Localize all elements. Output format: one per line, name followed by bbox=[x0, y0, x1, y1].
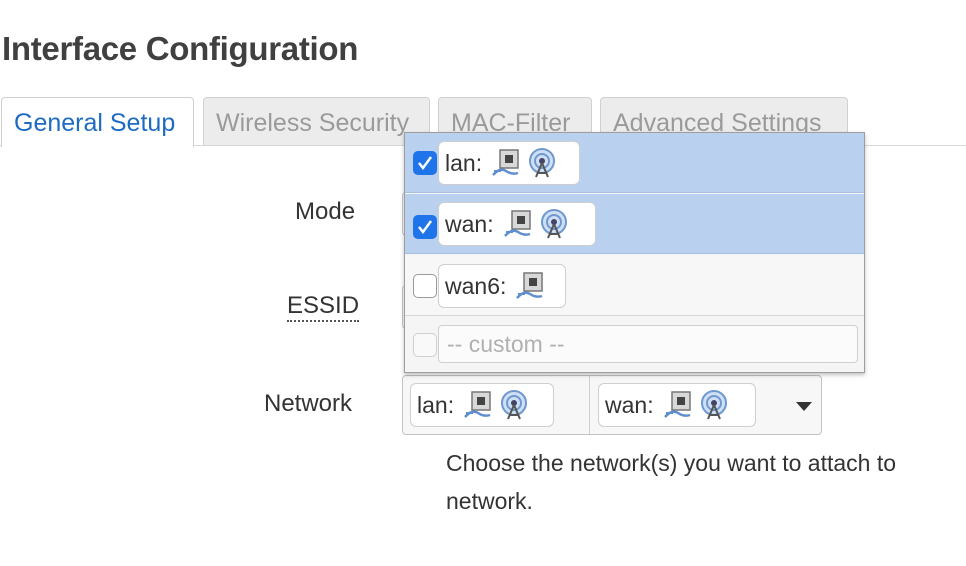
chip-label: lan: bbox=[417, 391, 455, 418]
custom-network-input[interactable]: -- custom -- bbox=[438, 325, 858, 363]
chevron-down-icon[interactable] bbox=[796, 402, 812, 411]
chip-label: wan: bbox=[605, 391, 654, 418]
essid-label: ESSID bbox=[287, 292, 360, 322]
option-label: wan: bbox=[445, 210, 494, 237]
checkbox-wan[interactable] bbox=[413, 215, 437, 239]
network-help-text: Choose the network(s) you want to attach… bbox=[446, 450, 897, 514]
tab-wireless-security[interactable]: Wireless Security bbox=[203, 97, 430, 145]
selected-chip-lan[interactable]: lan: bbox=[410, 383, 554, 427]
wifi-antenna-icon bbox=[526, 147, 558, 179]
ethernet-port-icon bbox=[514, 270, 546, 302]
ethernet-port-icon bbox=[662, 389, 694, 421]
wifi-antenna-icon bbox=[698, 389, 730, 421]
dropdown-option-lan[interactable]: lan: bbox=[405, 133, 864, 193]
option-label: lan: bbox=[445, 149, 483, 176]
select-separator bbox=[589, 376, 590, 434]
ethernet-port-icon bbox=[462, 389, 494, 421]
page-title: Interface Configuration bbox=[2, 30, 359, 67]
dropdown-option-wan[interactable]: wan: bbox=[405, 194, 864, 254]
checkbox-wan6[interactable] bbox=[413, 274, 437, 298]
option-chip-wan: wan: bbox=[438, 202, 596, 246]
wifi-antenna-icon bbox=[538, 208, 570, 240]
option-chip-wan6: wan6: bbox=[438, 264, 566, 308]
checkbox-lan[interactable] bbox=[413, 151, 437, 175]
checkbox-custom[interactable] bbox=[413, 333, 437, 357]
selected-chip-wan[interactable]: wan: bbox=[598, 383, 756, 427]
dropdown-option-wan6[interactable]: wan6: bbox=[405, 256, 864, 316]
network-label: Network bbox=[264, 390, 353, 417]
option-label: wan6: bbox=[445, 272, 507, 299]
ethernet-port-icon bbox=[490, 147, 522, 179]
ethernet-port-icon bbox=[502, 208, 534, 240]
wifi-antenna-icon bbox=[498, 389, 530, 421]
mode-label: Mode bbox=[295, 198, 356, 225]
tab-general-setup[interactable]: General Setup bbox=[1, 97, 194, 147]
network-dropdown: lan: wan: wan6: -- custom -- bbox=[404, 132, 865, 373]
option-chip-lan: lan: bbox=[438, 141, 580, 185]
